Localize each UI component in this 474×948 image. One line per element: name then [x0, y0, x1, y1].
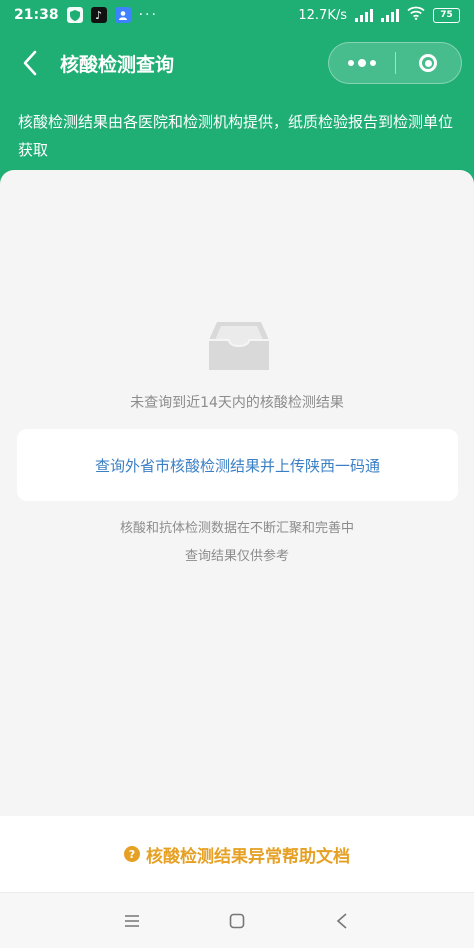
app-notification-icon [114, 7, 131, 23]
status-left: 21:38 ♪ ··· [14, 7, 158, 23]
back-button[interactable] [0, 30, 60, 96]
empty-inbox-icon [209, 322, 269, 370]
network-speed: 12.7K/s [298, 7, 347, 23]
note-line-1: 核酸和抗体检测数据在不断汇聚和完善中 [119, 521, 354, 536]
more-notifications-icon: ··· [138, 7, 158, 23]
question-icon: ? [124, 846, 140, 862]
status-right: 12.7K/s 75 [298, 6, 460, 24]
help-document-label: 核酸检测结果异常帮助文档 [146, 846, 350, 867]
more-menu-button[interactable] [329, 43, 395, 83]
screen: 21:38 ♪ ··· 12.7K/s 75 核酸检测查询 核酸检测结果由各医院… [0, 0, 474, 948]
system-nav-bar [0, 892, 474, 948]
empty-result-text: 未查询到近14天内的核酸检测结果 [130, 395, 344, 411]
target-close-icon [419, 54, 438, 72]
page-title: 核酸检测查询 [60, 53, 175, 76]
chevron-left-icon [23, 50, 37, 76]
status-time: 21:38 [14, 7, 59, 23]
home-square-icon [229, 913, 245, 928]
close-mini-program-button[interactable] [396, 43, 462, 83]
mini-program-capsule [328, 42, 462, 84]
more-dot-icon [347, 60, 354, 66]
content-area: 未查询到近14天内的核酸检测结果 查询外省市核酸检测结果并上传陕西一码通 核酸和… [0, 170, 474, 816]
help-document-link[interactable]: ? 核酸检测结果异常帮助文档 [0, 816, 474, 892]
shield-notification-icon [66, 7, 83, 23]
status-bar: 21:38 ♪ ··· 12.7K/s 75 [0, 0, 474, 30]
signal-icon [355, 8, 373, 22]
wifi-icon [407, 6, 425, 24]
note-line-2: 查询结果仅供参考 [184, 549, 289, 564]
menu-icon [125, 914, 140, 927]
tiktok-notification-icon: ♪ [90, 7, 107, 23]
back-triangle-icon [336, 912, 347, 929]
home-button[interactable] [217, 901, 257, 941]
query-other-province-button[interactable]: 查询外省市核酸检测结果并上传陕西一码通 [17, 429, 458, 501]
battery-icon: 75 [433, 7, 460, 23]
data-note: 核酸和抗体检测数据在不断汇聚和完善中 查询结果仅供参考 [0, 515, 474, 571]
nav-bar: 核酸检测查询 [0, 30, 474, 96]
more-dot-icon [369, 60, 376, 66]
hd-signal-icon [381, 8, 399, 22]
menu-button[interactable] [112, 901, 152, 941]
more-dot-icon [357, 59, 366, 67]
system-back-button[interactable] [322, 901, 362, 941]
